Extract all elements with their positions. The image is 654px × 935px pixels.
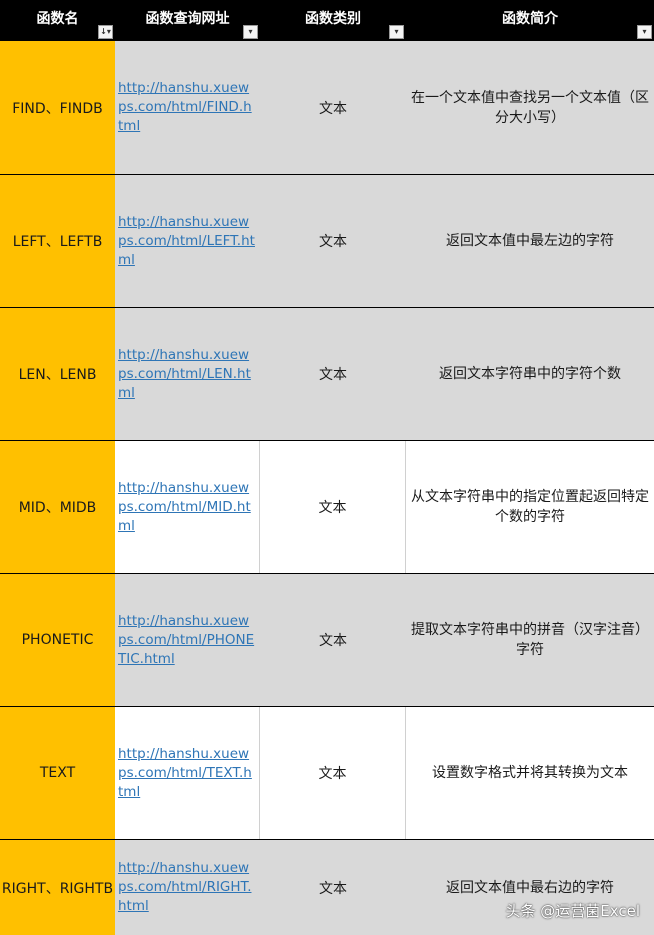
function-name-cell[interactable]: LEFT、LEFTB xyxy=(0,175,115,307)
url-cell: http://hanshu.xuewps.com/html/LEN.html xyxy=(115,308,260,440)
function-name-cell[interactable]: MID、MIDB xyxy=(0,441,115,573)
category-cell[interactable]: 文本 xyxy=(260,41,406,174)
description-text: 返回文本值中最左边的字符 xyxy=(446,233,614,249)
header-function-name[interactable]: 函数名 ↓▾ xyxy=(0,0,115,41)
url-cell: http://hanshu.xuewps.com/html/RIGHT.html xyxy=(115,840,260,935)
table-row: MID、MIDB http://hanshu.xuewps.com/html/M… xyxy=(0,440,654,573)
description-cell[interactable]: 提取文本字符串中的拼音（汉字注音）字符 xyxy=(406,574,654,706)
function-name-cell[interactable]: LEN、LENB xyxy=(0,308,115,440)
function-name-cell[interactable]: PHONETIC xyxy=(0,574,115,706)
filter-active-icon[interactable]: ▾ xyxy=(389,25,404,39)
category-cell[interactable]: 文本 xyxy=(260,574,406,706)
url-cell: http://hanshu.xuewps.com/html/MID.html xyxy=(115,441,260,573)
table-row: LEFT、LEFTB http://hanshu.xuewps.com/html… xyxy=(0,174,654,307)
header-label: 函数查询网址 xyxy=(145,10,230,27)
function-name-cell[interactable]: RIGHT、RIGHTB xyxy=(0,840,115,935)
header-label: 函数简介 xyxy=(502,10,558,27)
url-cell: http://hanshu.xuewps.com/html/LEFT.html xyxy=(115,175,260,307)
category-cell[interactable]: 文本 xyxy=(260,308,406,440)
description-text: 在一个文本值中查找另一个文本值（区分大小写） xyxy=(411,89,649,126)
description-cell[interactable]: 返回文本字符串中的字符个数 xyxy=(406,308,654,440)
function-url-link[interactable]: http://hanshu.xuewps.com/html/LEN.html xyxy=(118,346,256,403)
filter-dropdown-icon[interactable]: ▾ xyxy=(243,25,258,39)
header-category[interactable]: 函数类别 ▾ xyxy=(260,0,406,41)
category-cell[interactable]: 文本 xyxy=(260,175,406,307)
watermark: 头条 @运营菌Excel xyxy=(505,902,640,920)
table-row: FIND、FINDB http://hanshu.xuewps.com/html… xyxy=(0,41,654,174)
sort-dropdown-icon[interactable]: ↓▾ xyxy=(98,25,113,39)
url-cell: http://hanshu.xuewps.com/html/TEXT.html xyxy=(115,707,260,839)
description-text: 设置数字格式并将其转换为文本 xyxy=(432,765,628,781)
function-url-link[interactable]: http://hanshu.xuewps.com/html/PHONETIC.h… xyxy=(118,612,256,669)
description-text: 提取文本字符串中的拼音（汉字注音）字符 xyxy=(411,622,649,658)
function-url-link[interactable]: http://hanshu.xuewps.com/html/MID.html xyxy=(118,479,256,536)
description-cell[interactable]: 在一个文本值中查找另一个文本值（区分大小写） xyxy=(406,41,654,174)
table-row: PHONETIC http://hanshu.xuewps.com/html/P… xyxy=(0,573,654,706)
table-row: LEN、LENB http://hanshu.xuewps.com/html/L… xyxy=(0,307,654,440)
header-description[interactable]: 函数简介 ▾ xyxy=(406,0,654,41)
function-url-link[interactable]: http://hanshu.xuewps.com/html/LEFT.html xyxy=(118,213,256,270)
url-cell: http://hanshu.xuewps.com/html/PHONETIC.h… xyxy=(115,574,260,706)
function-url-link[interactable]: http://hanshu.xuewps.com/html/RIGHT.html xyxy=(118,859,256,916)
category-cell[interactable]: 文本 xyxy=(260,840,406,935)
function-name-cell[interactable]: TEXT xyxy=(0,707,115,839)
filter-dropdown-icon[interactable]: ▾ xyxy=(637,25,652,39)
category-cell[interactable]: 文本 xyxy=(260,441,406,573)
spreadsheet: 函数名 ↓▾ 函数查询网址 ▾ 函数类别 ▾ 函数简介 ▾ FIND、FINDB… xyxy=(0,0,654,935)
description-cell[interactable]: 从文本字符串中的指定位置起返回特定个数的字符 xyxy=(406,441,654,573)
function-url-link[interactable]: http://hanshu.xuewps.com/html/TEXT.html xyxy=(118,745,256,802)
description-cell[interactable]: 返回文本值中最左边的字符 xyxy=(406,175,654,307)
header-row: 函数名 ↓▾ 函数查询网址 ▾ 函数类别 ▾ 函数简介 ▾ xyxy=(0,0,654,41)
header-query-url[interactable]: 函数查询网址 ▾ xyxy=(115,0,260,41)
description-text: 从文本字符串中的指定位置起返回特定个数的字符 xyxy=(411,489,649,525)
function-name-cell[interactable]: FIND、FINDB xyxy=(0,41,115,174)
function-url-link[interactable]: http://hanshu.xuewps.com/html/FIND.html xyxy=(118,79,256,136)
url-cell: http://hanshu.xuewps.com/html/FIND.html xyxy=(115,41,260,174)
header-label: 函数名 xyxy=(36,10,79,27)
header-label: 函数类别 xyxy=(305,10,361,27)
description-cell[interactable]: 设置数字格式并将其转换为文本 xyxy=(406,707,654,839)
category-cell[interactable]: 文本 xyxy=(260,707,406,839)
description-text: 返回文本值中最右边的字符 xyxy=(446,879,614,896)
table-row: TEXT http://hanshu.xuewps.com/html/TEXT.… xyxy=(0,706,654,839)
description-text: 返回文本字符串中的字符个数 xyxy=(439,366,621,382)
